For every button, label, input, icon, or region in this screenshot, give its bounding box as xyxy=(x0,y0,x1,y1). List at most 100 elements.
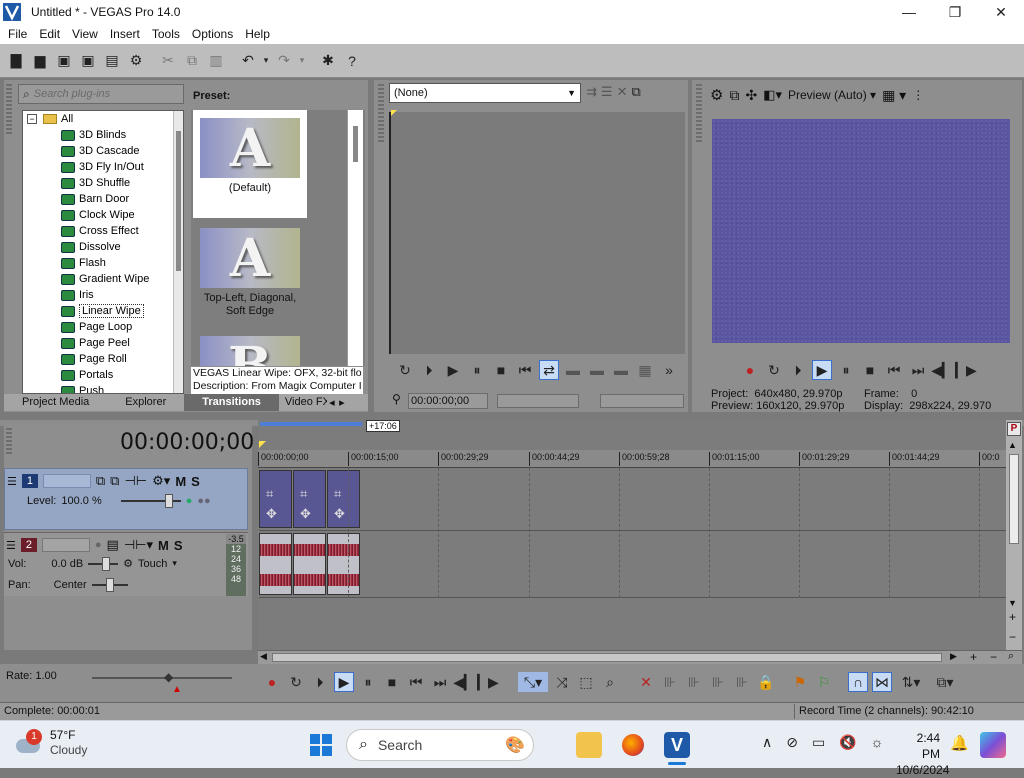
panel-grip[interactable] xyxy=(6,84,12,134)
scroll-left-icon[interactable]: ◀ xyxy=(260,651,267,662)
preview-quality-dropdown[interactable]: Preview (Auto) ▾ xyxy=(788,88,876,102)
compositing-parent-icon[interactable]: ●● xyxy=(197,495,210,507)
plugin-manager-icon[interactable]: ✱ xyxy=(317,50,339,72)
whats-this-help-icon[interactable]: ? xyxy=(341,50,363,72)
event-crop-icon[interactable]: ⌗ ✥ xyxy=(334,484,345,524)
previous-frame-icon[interactable]: ◀▎ xyxy=(931,360,953,380)
go-to-start-icon[interactable]: ⏮ xyxy=(406,672,426,692)
insert-icon[interactable]: ⇄ xyxy=(539,360,559,380)
automation-settings-icon[interactable]: ⚙ xyxy=(123,557,133,570)
plugin-tree-item[interactable]: Push xyxy=(23,383,183,393)
selection-tool-icon[interactable]: ⬚ xyxy=(576,672,596,692)
pause-icon[interactable]: ⏸ xyxy=(358,672,378,692)
trim-icon[interactable]: ⊪ xyxy=(660,672,680,692)
firefox-icon[interactable] xyxy=(620,732,646,758)
compositing-child-icon[interactable]: ● xyxy=(186,495,193,507)
automation-mode[interactable]: Touch xyxy=(138,558,167,570)
panel-grip[interactable] xyxy=(696,84,702,144)
level-slider[interactable] xyxy=(120,494,181,508)
preset-top-left-diagonal[interactable]: A Top-Left, Diagonal, Soft Edge xyxy=(193,220,307,326)
normal-edit-tool-icon[interactable]: ⤡▾ xyxy=(518,672,548,692)
rate-slider-thumb-icon[interactable]: ◆ xyxy=(164,670,173,684)
menu-options[interactable]: Options xyxy=(186,27,239,41)
plugin-tree-item[interactable]: Cross Effect xyxy=(23,223,183,239)
zoom-out-time-icon[interactable]: − xyxy=(990,650,997,664)
plugin-tree-item[interactable]: Page Peel xyxy=(23,335,183,351)
insert-marker-icon[interactable]: ⚑ xyxy=(790,672,810,692)
tab-scroll-left-icon[interactable]: ◂ xyxy=(327,396,337,409)
volume-muted-icon[interactable]: 🔇 xyxy=(839,734,856,751)
scroll-thumb[interactable] xyxy=(1009,454,1019,544)
zoom-out-icon[interactable]: − xyxy=(1009,630,1016,644)
paste-icon[interactable]: ▥ xyxy=(205,50,227,72)
pause-icon[interactable]: ⏸ xyxy=(836,360,856,380)
plugin-tree-item[interactable]: Iris xyxy=(23,287,183,303)
play-from-start-icon[interactable]: ⏵ xyxy=(310,672,330,692)
pin-icon[interactable]: P xyxy=(1007,422,1021,436)
composite-mode-icon[interactable]: ⊣⊢ xyxy=(124,473,147,489)
track-settings-gear-icon[interactable]: ⚙▾ xyxy=(152,473,170,489)
delete-icon[interactable]: ✕ xyxy=(636,672,656,692)
panel-grip[interactable] xyxy=(378,84,384,144)
event-crop-icon[interactable]: ⌗ ✥ xyxy=(266,484,277,524)
tab-project-media[interactable]: Project Media xyxy=(4,394,107,411)
arm-record-icon[interactable]: ● xyxy=(95,539,102,551)
plugin-tree-item[interactable]: 3D Fly In/Out xyxy=(23,159,183,175)
solo-button[interactable]: S xyxy=(191,474,200,489)
menu-tools[interactable]: Tools xyxy=(146,27,186,41)
split-screen-icon[interactable]: ✣ xyxy=(745,87,757,104)
plugin-tree-item[interactable]: Linear Wipe xyxy=(23,303,183,319)
loop-icon[interactable]: ↻ xyxy=(286,672,306,692)
plugin-search-input[interactable]: ⌕ Search plug-ins xyxy=(18,84,184,104)
cut-icon[interactable]: ✂ xyxy=(157,50,179,72)
collapse-icon[interactable]: − xyxy=(27,114,37,124)
overlays-grid-icon[interactable]: ▦ ▾ xyxy=(882,87,906,104)
loop-region-bar[interactable] xyxy=(260,422,362,426)
next-frame-icon[interactable]: ▎▶ xyxy=(477,672,499,692)
zoom-tool-icon[interactable]: ⌕ xyxy=(600,672,620,692)
audio-event[interactable] xyxy=(327,533,360,595)
track-motion-icon[interactable]: ⧉ xyxy=(96,473,105,489)
overwrite-icon[interactable]: ▬ xyxy=(563,360,583,380)
stop-icon[interactable]: ■ xyxy=(491,360,511,380)
windows-start-icon[interactable] xyxy=(308,732,334,758)
tab-explorer[interactable]: Explorer xyxy=(107,394,184,411)
render-icon[interactable]: ▤ xyxy=(101,50,123,72)
trim-list-icon[interactable]: ☰ xyxy=(601,84,613,100)
stop-icon[interactable]: ■ xyxy=(860,360,880,380)
menu-insert[interactable]: Insert xyxy=(104,27,146,41)
open-folder-icon[interactable]: ▆ xyxy=(29,50,51,72)
cursor-marker-icon[interactable] xyxy=(259,441,266,448)
display-icon[interactable]: ▭ xyxy=(812,734,825,751)
plugin-tree-item[interactable]: Flash xyxy=(23,255,183,271)
audio-track-header[interactable]: ☰ 2 ● ▤ ⊣⊢▾ M S Vol: 0.0 dB ⚙ Touch ▾ Pa… xyxy=(4,532,248,596)
split-icon[interactable]: ⊪ xyxy=(732,672,752,692)
menu-file[interactable]: File xyxy=(0,27,33,41)
trim-window-icon[interactable]: ⧉ xyxy=(631,84,640,100)
play-icon[interactable]: ▶ xyxy=(812,360,832,380)
minimize-track-icon[interactable]: ☰ xyxy=(7,475,17,488)
notifications-bell-icon[interactable]: 🔔 xyxy=(950,734,969,752)
fill-icon[interactable]: ▬ xyxy=(611,360,631,380)
zoom-tool-icon[interactable]: ⌕ xyxy=(1008,650,1014,663)
plugin-tree[interactable]: − All 3D Blinds 3D Cascade 3D Fly In/Out 3D… xyxy=(22,110,184,394)
insert-region-icon[interactable]: ⚐ xyxy=(814,672,834,692)
tree-scrollbar[interactable] xyxy=(173,111,183,393)
track-name-field[interactable] xyxy=(42,474,91,488)
go-to-start-icon[interactable]: ⏮ xyxy=(515,360,535,380)
scroll-right-icon[interactable]: ▶ xyxy=(950,651,957,662)
maximize-button[interactable]: ❐ xyxy=(932,4,978,21)
more-icon[interactable]: » xyxy=(659,360,679,380)
taskbar-clock[interactable]: 2:44 PM 10/6/2024 xyxy=(896,730,949,778)
trim-add-icon[interactable]: ⇉ xyxy=(586,84,597,100)
plugin-tree-item[interactable]: Dissolve xyxy=(23,239,183,255)
previous-frame-icon[interactable]: ◀▎ xyxy=(453,672,475,692)
minimize-button[interactable]: — xyxy=(886,4,932,20)
video-track-header[interactable]: ☰ 1 ⧉ ⧉ ⊣⊢ ⚙▾ M S Level: 100.0 % ● ●● xyxy=(4,468,248,530)
minimize-track-icon[interactable]: ☰ xyxy=(6,539,16,552)
vegas-taskbar-icon[interactable]: V xyxy=(664,732,690,758)
track-fx-icon[interactable]: ⧉ xyxy=(110,473,119,489)
preview-settings-gear-icon[interactable]: ⚙ xyxy=(710,86,723,104)
solo-button[interactable]: S xyxy=(174,538,183,553)
snapping-icon[interactable]: ∩ xyxy=(848,672,868,692)
